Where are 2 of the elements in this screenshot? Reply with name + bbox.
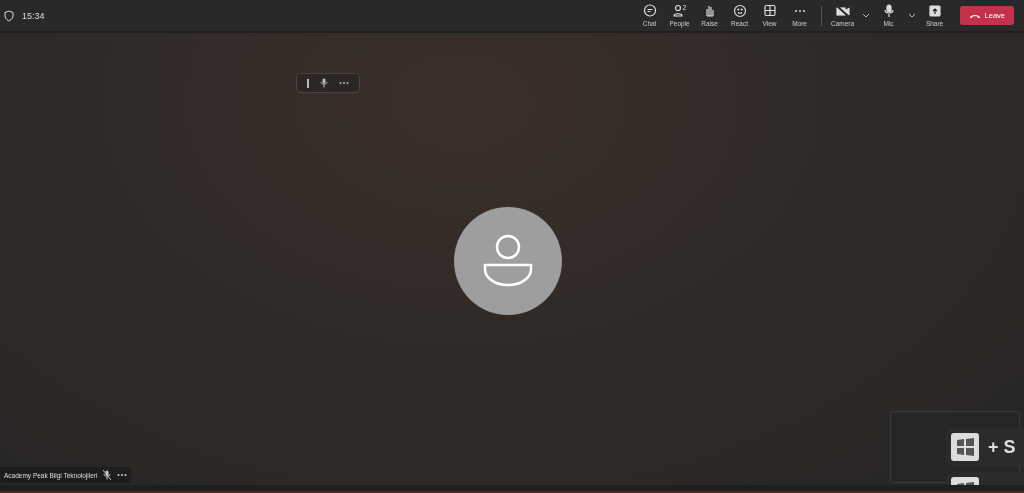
shortcut-hint: + S xyxy=(946,428,1024,466)
meeting-time: 15:34 xyxy=(22,10,45,21)
